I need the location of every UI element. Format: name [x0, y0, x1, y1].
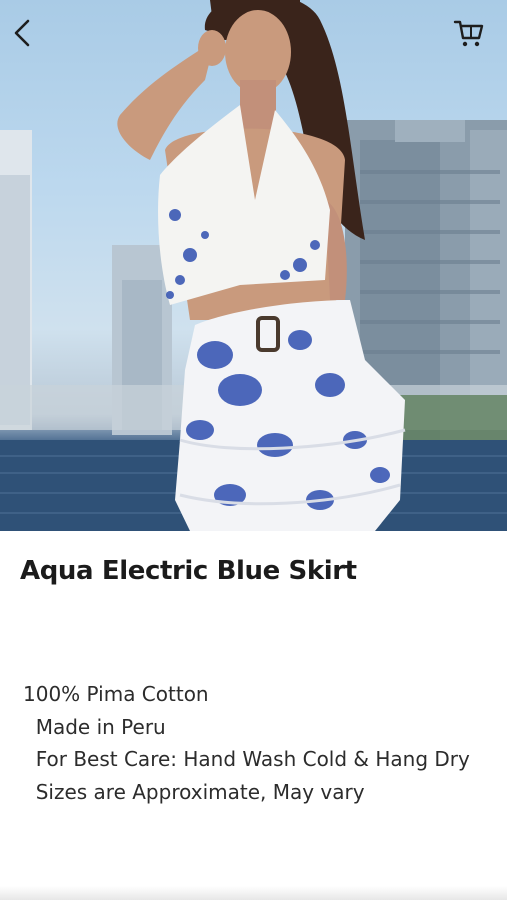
product-title: Aqua Electric Blue Skirt	[20, 556, 357, 586]
product-description: 100% Pima Cotton Made in Peru For Best C…	[23, 682, 470, 804]
back-button[interactable]	[10, 18, 50, 58]
cart-button[interactable]	[453, 18, 493, 58]
shopping-cart-icon	[453, 20, 484, 47]
model-photo	[0, 0, 507, 531]
chevron-left-icon	[14, 19, 30, 47]
bottom-bar-shadow	[0, 886, 507, 900]
product-image	[0, 0, 507, 531]
